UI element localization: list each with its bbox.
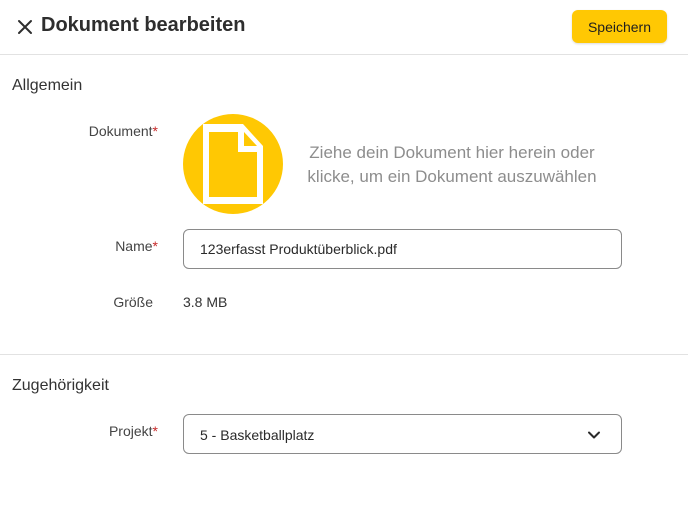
chevron-down-icon[interactable] — [587, 428, 601, 442]
required-marker: * — [152, 238, 158, 254]
upload-instructions[interactable]: Ziehe dein Dokument hier herein oder kli… — [292, 141, 612, 189]
section-title-association: Zugehörigkeit — [12, 377, 109, 394]
section-title-general: Allgemein — [12, 77, 83, 94]
page-title: Dokument bearbeiten — [41, 14, 246, 36]
section-divider — [0, 354, 688, 355]
dialog-header: Dokument bearbeiten Speichern — [0, 0, 688, 55]
size-label: Größe — [113, 294, 153, 310]
project-select[interactable]: 5 - Basketballplatz — [183, 414, 622, 454]
size-value: 3.8 MB — [183, 294, 228, 310]
project-select-value: 5 - Basketballplatz — [200, 427, 315, 443]
document-label: Dokument* — [88, 123, 158, 139]
name-label: Name* — [115, 238, 158, 254]
upload-text-line-2: klicke, um ein Dokument auszuwählen — [307, 167, 597, 186]
name-field[interactable] — [183, 229, 622, 269]
project-label: Projekt* — [108, 423, 158, 439]
document-icon — [203, 124, 263, 204]
required-marker: * — [152, 423, 158, 439]
required-marker: * — [152, 123, 158, 139]
save-button[interactable]: Speichern — [572, 10, 667, 43]
close-icon[interactable] — [15, 17, 35, 37]
upload-text-line-1: Ziehe dein Dokument hier herein oder — [309, 143, 595, 162]
document-upload-dropzone[interactable] — [183, 114, 283, 214]
